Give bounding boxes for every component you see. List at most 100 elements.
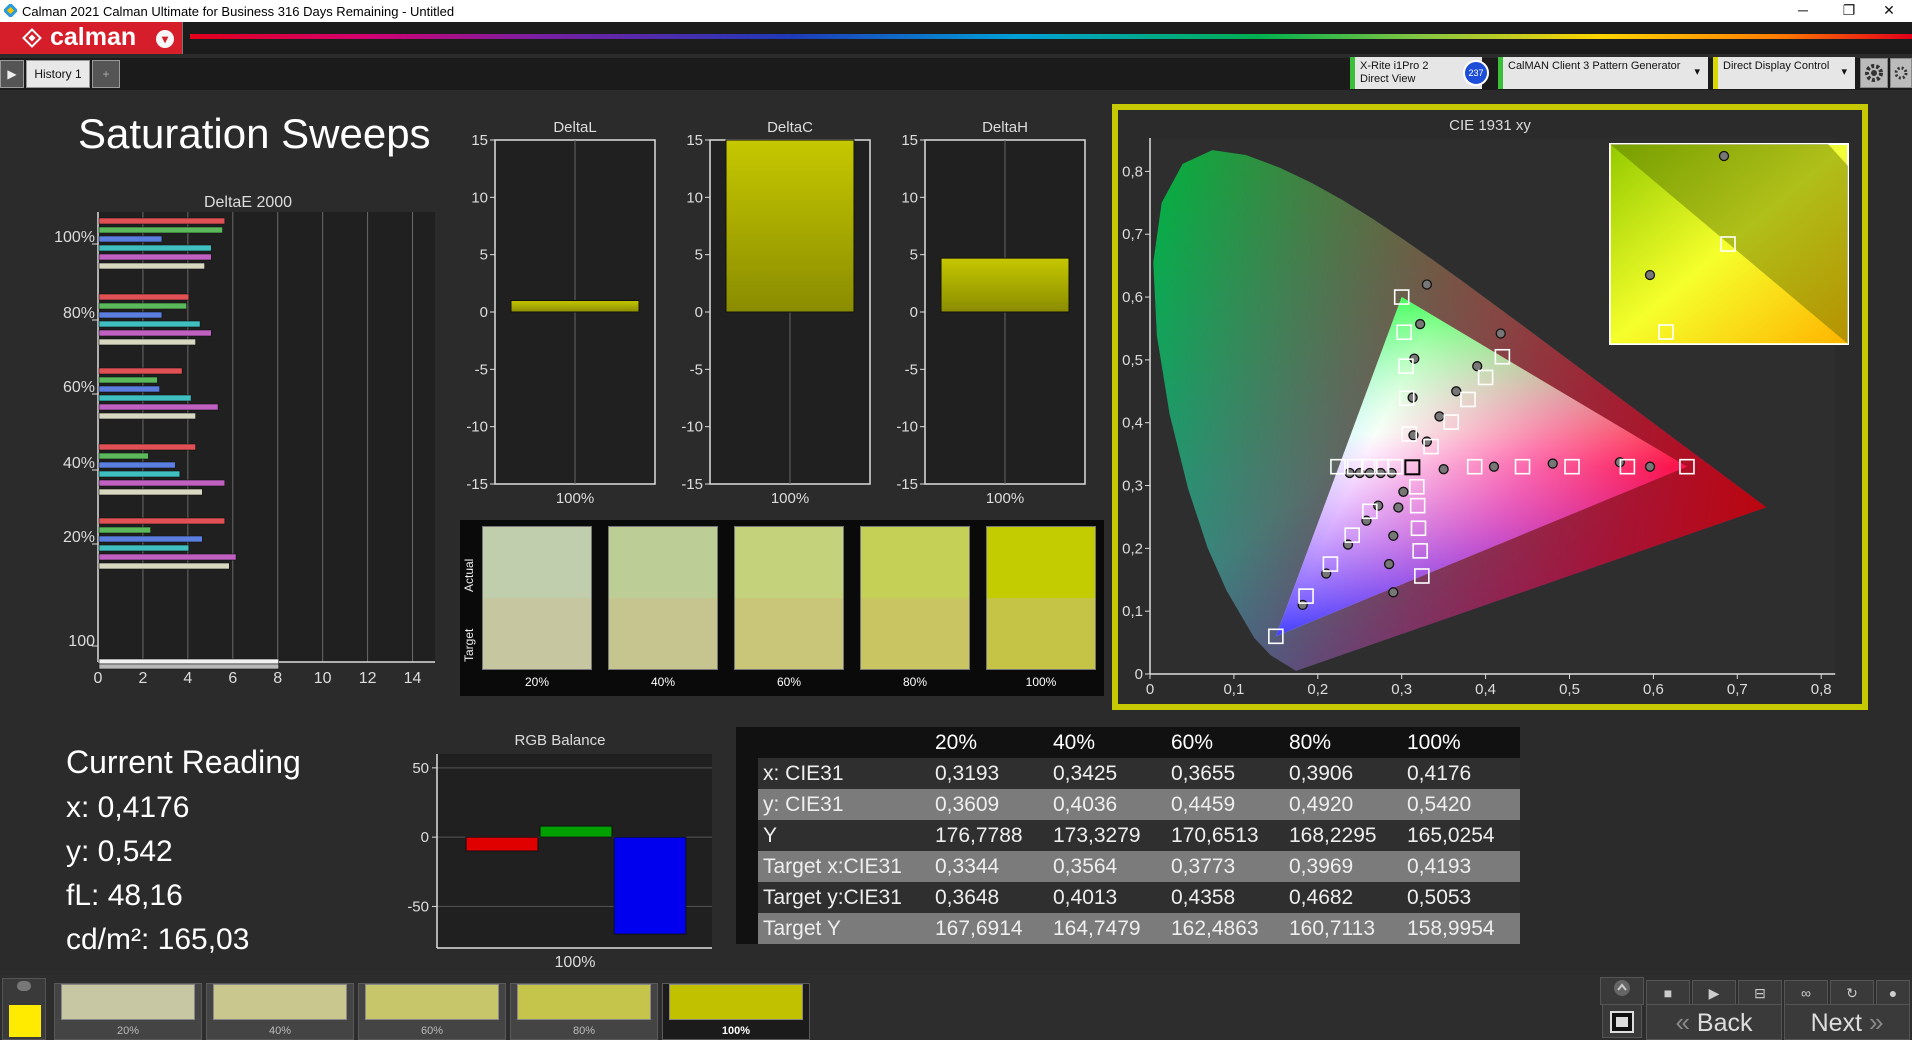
deltae-bar	[98, 253, 212, 261]
delta-ytick-label: 10	[686, 189, 703, 206]
actual-swatch	[987, 527, 1095, 598]
bottom-swatch-60pct[interactable]: 60%	[358, 983, 506, 1040]
table-column-header: 100%	[1407, 730, 1461, 754]
bottom-swatch-80pct[interactable]: 80%	[510, 983, 658, 1040]
table-row: y: CIE31 0,3609 0,4036 0,4459 0,4920 0,5420	[736, 789, 1520, 820]
deltae-bar	[98, 244, 212, 252]
logo-dropdown-icon[interactable]: ▾	[156, 30, 174, 48]
delta-ytick-label: 5	[480, 247, 488, 264]
delta-ytick-label: 0	[910, 304, 918, 321]
target-swatch	[861, 598, 969, 669]
cie-ytick-label: 0,8	[1122, 163, 1143, 180]
deltae-bar	[98, 262, 205, 270]
meter-badge[interactable]: 237	[1463, 60, 1489, 86]
table-cell: 0,4682	[1289, 885, 1354, 909]
swatch-label: 40%	[650, 675, 676, 689]
table-cell: 0,4193	[1407, 854, 1472, 878]
deltae-bar	[98, 311, 163, 319]
cie-chart: CIE 1931 xy 0 0,1 0,2 0,3 0,4 0,5 0,6 0,7 0,8 0 0,…	[1122, 117, 1849, 698]
add-tab-button[interactable]: +	[92, 60, 120, 88]
inset-measured-point	[1718, 150, 1730, 162]
stop-button[interactable]: ■	[1646, 980, 1690, 1006]
delta-ytick-label: 0	[695, 304, 703, 321]
cie-ytick-label: 0,7	[1122, 226, 1143, 243]
deltae-xtick: 6	[228, 670, 237, 686]
table-cell: 158,9954	[1407, 916, 1495, 940]
bottom-swatch-color	[213, 984, 347, 1020]
close-button[interactable]: ✕	[1866, 0, 1912, 22]
swatch-pair	[734, 526, 844, 670]
record-button[interactable]: ⊟	[1738, 980, 1782, 1006]
pattern-generator-selector[interactable]: CalMAN Client 3 Pattern Generator ▾	[1498, 57, 1708, 89]
measured-point	[1421, 279, 1433, 290]
next-label: Next	[1810, 1009, 1862, 1037]
delta-ytick-label: -10	[896, 419, 918, 436]
extra-button[interactable]: ●	[1876, 980, 1910, 1006]
deltae-plot-area	[98, 212, 435, 662]
minimize-button[interactable]: ─	[1780, 0, 1826, 22]
table-cell: 0,4176	[1407, 761, 1472, 785]
delta-ytick-label: -10	[466, 419, 488, 436]
display-control-selector[interactable]: Direct Display Control ▾	[1713, 57, 1855, 89]
delta-category-label: 100%	[556, 490, 594, 507]
delta-chart-title: DeltaC	[767, 119, 813, 136]
tab-nav-arrow-icon[interactable]: ▶	[0, 60, 24, 88]
table-row-marker	[736, 882, 758, 913]
tab-history-1[interactable]: History 1	[26, 60, 90, 88]
delta-ytick-label: 15	[686, 132, 703, 149]
settings-button[interactable]	[1860, 58, 1888, 88]
delta-bar	[725, 139, 855, 313]
up-button[interactable]	[1600, 977, 1644, 1005]
display-control-label: Direct Display Control	[1723, 60, 1830, 72]
delta-ytick-label: 10	[471, 189, 488, 206]
delta-ytick-label: 10	[901, 189, 918, 206]
delta-ytick-label: 5	[695, 247, 703, 264]
stop-pattern-button[interactable]	[1602, 1004, 1642, 1038]
table-cell: 0,3773	[1171, 854, 1236, 878]
more-button[interactable]	[1890, 58, 1912, 88]
table-cell: 173,3279	[1053, 823, 1141, 847]
measured-point	[1407, 392, 1418, 403]
table-cell: 176,7788	[935, 823, 1023, 847]
table-cell: 170,6513	[1171, 823, 1259, 847]
table-cell: 168,2295	[1289, 823, 1377, 847]
table-row-label: Y	[763, 823, 778, 847]
bottom-swatch-label: 60%	[420, 1025, 444, 1037]
next-button[interactable]: Next »	[1784, 1004, 1910, 1040]
deltae-category-label: 60%	[63, 379, 95, 396]
rgb-balance-xlabel: 100%	[555, 954, 596, 971]
calman-logo[interactable]: calman ▾	[0, 22, 183, 54]
table-cell: 0,4358	[1171, 885, 1236, 909]
generator-dropdown-icon: ▾	[1694, 66, 1700, 78]
bottom-swatch-label: 100%	[721, 1025, 751, 1037]
bottom-swatch-label: 40%	[268, 1025, 292, 1037]
table-cell: 0,3655	[1171, 761, 1236, 785]
deltae-chart: DeltaE 2000 0 2 4 6 8 10 12 14 100% 80% 60% 40% 20% 1…	[54, 194, 435, 686]
target-swatch	[987, 598, 1095, 669]
deltae-bar	[98, 394, 192, 402]
table-corner	[736, 727, 758, 758]
current-reading: Current Reading x: 0,4176 y: 0,542 fL: 4…	[66, 740, 301, 962]
bottom-swatch-100pct[interactable]: 100%	[662, 983, 810, 1040]
current-color-swatch	[9, 1005, 41, 1037]
deltae-bar	[98, 385, 160, 393]
bottom-swatch-40pct[interactable]: 40%	[206, 983, 354, 1040]
refresh-button[interactable]: ↻	[1830, 980, 1874, 1006]
loop-button[interactable]: ∞	[1784, 980, 1828, 1006]
back-button[interactable]: « Back	[1646, 1004, 1782, 1040]
table-cell: 0,3969	[1289, 854, 1354, 878]
swatch-pair	[860, 526, 970, 670]
cie-xtick-label: 0,4	[1475, 681, 1496, 698]
up-arrow-icon[interactable]	[17, 981, 31, 991]
swatch-pair	[482, 526, 592, 670]
reading-fl: fL: 48,16	[66, 879, 183, 912]
cie-ytick-label: 0,1	[1122, 603, 1143, 620]
actual-swatch	[735, 527, 843, 598]
deltae-xtick: 10	[314, 670, 332, 686]
deltae-bar	[98, 526, 151, 534]
reading-x: x: 0,4176	[66, 791, 190, 824]
play-button[interactable]: ▶	[1692, 980, 1736, 1006]
target-swatch	[735, 598, 843, 669]
bottom-swatch-20pct[interactable]: 20%	[54, 983, 202, 1040]
delta-chart-title: DeltaL	[553, 119, 596, 136]
